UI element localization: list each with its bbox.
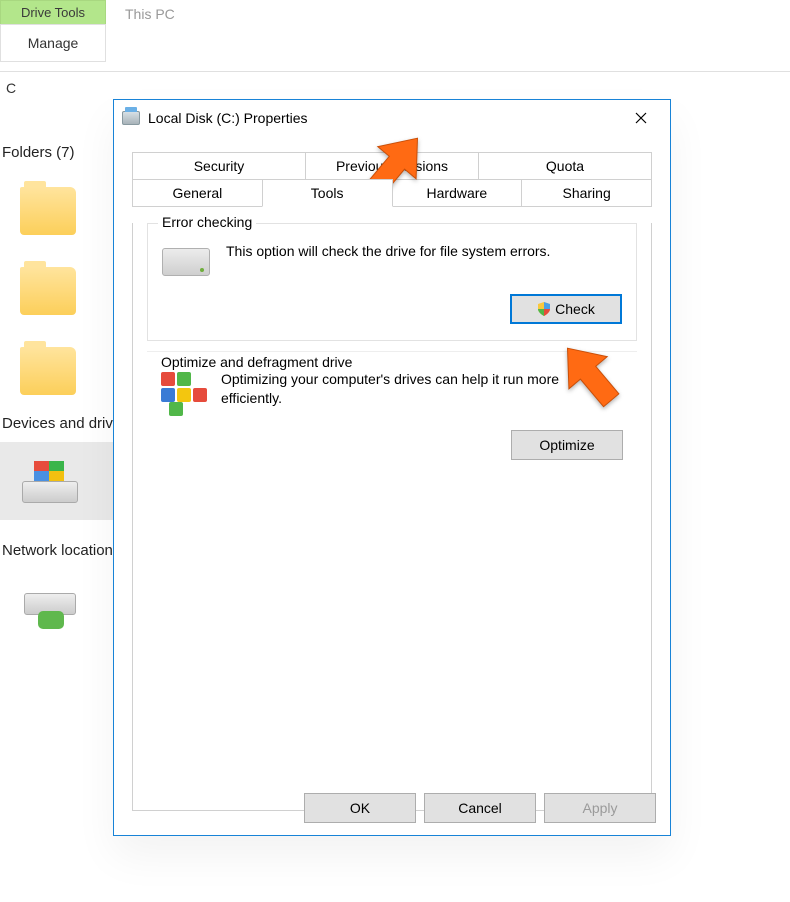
ok-button[interactable]: OK [304,793,416,823]
group-error-checking: Error checking This option will check th… [147,223,637,341]
optimize-button[interactable]: Optimize [511,430,623,460]
ok-label: OK [350,800,370,816]
network-drive-icon [20,589,80,629]
group-optimize: Optimize and defragment drive Optimizing… [147,360,637,476]
tab-security[interactable]: Security [132,152,306,179]
drive-icon [162,248,210,276]
folder-icon [20,187,76,235]
ribbon-tab-manage[interactable]: Manage [0,24,106,62]
ribbon: Drive Tools Manage This PC [0,0,790,72]
cancel-label: Cancel [458,800,502,816]
check-button[interactable]: Check [510,294,622,324]
cancel-button[interactable]: Cancel [424,793,536,823]
close-button[interactable] [620,103,662,133]
group-title: Error checking [158,214,256,230]
group-title: Optimize and defragment drive [157,354,356,370]
dialog-titlebar[interactable]: Local Disk (C:) Properties [114,100,670,136]
defrag-icon [161,372,205,412]
optimize-button-label: Optimize [539,437,594,453]
tab-panel-tools: Error checking This option will check th… [132,223,652,811]
window-title: This PC [125,6,175,22]
apply-button[interactable]: Apply [544,793,656,823]
apply-label: Apply [582,800,617,816]
tab-control: Security Previous Versions Quota General… [132,152,652,207]
dialog-body: Security Previous Versions Quota General… [114,136,670,819]
tab-previous-versions[interactable]: Previous Versions [305,152,479,179]
optimize-text: Optimizing your computer's drives can he… [221,370,623,408]
shield-icon [537,302,551,316]
check-button-label: Check [555,301,595,317]
tab-general[interactable]: General [132,179,263,207]
disk-icon [122,111,140,125]
error-checking-text: This option will check the drive for fil… [226,242,622,261]
disk-icon [20,459,80,503]
dialog-footer: OK Cancel Apply [304,793,656,823]
tab-sharing[interactable]: Sharing [521,179,652,207]
folder-icon [20,267,76,315]
properties-dialog: Local Disk (C:) Properties Security Prev… [113,99,671,836]
close-icon [635,112,647,124]
ribbon-context-drive-tools[interactable]: Drive Tools [0,0,106,24]
dialog-title: Local Disk (C:) Properties [148,110,620,126]
tab-hardware[interactable]: Hardware [392,179,523,207]
folder-icon [20,347,76,395]
divider [147,351,637,352]
tab-quota[interactable]: Quota [478,152,652,179]
tab-tools[interactable]: Tools [262,179,393,207]
